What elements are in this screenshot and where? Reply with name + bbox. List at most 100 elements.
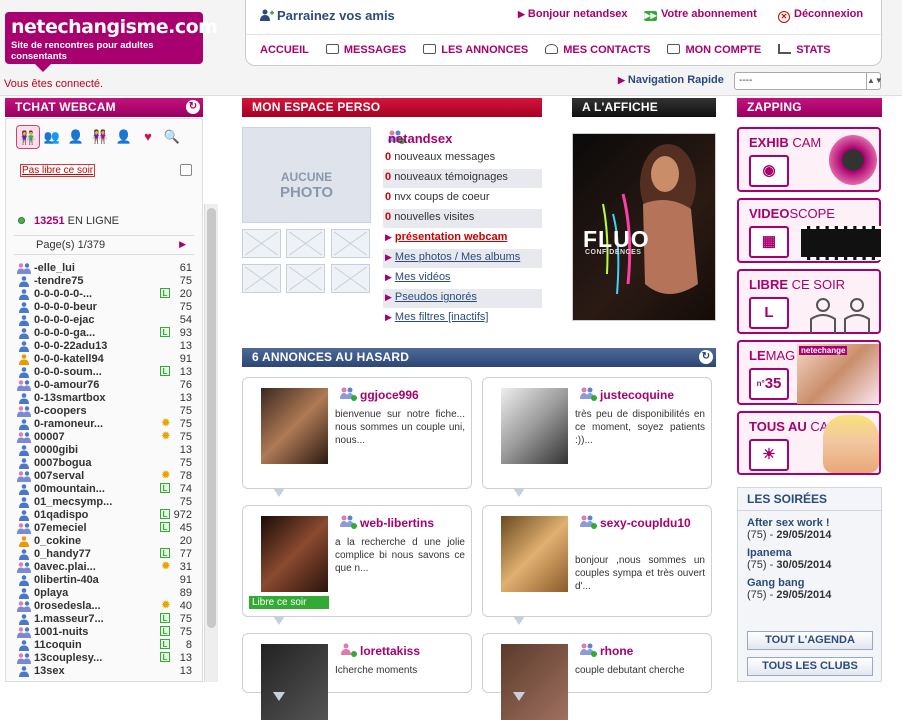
link-videos-label[interactable]: Mes vidéos (395, 271, 451, 283)
member-row[interactable]: 01qadispo L 972 (14, 509, 194, 522)
ad-username[interactable]: web-libertins (360, 516, 434, 530)
subscription-link[interactable]: ▶▶ Votre abonnement (644, 8, 757, 21)
member-name[interactable]: 01qadispo (34, 509, 88, 521)
member-row[interactable]: 0-0-0-katell94 91 (14, 353, 194, 366)
ad-card[interactable]: ggjoce996 bienvenue sur notre fiche... n… (242, 377, 472, 497)
member-name[interactable]: 01_mecsymp... (34, 496, 112, 508)
member-row[interactable]: 0avec.plai... ✹ 31 (14, 561, 194, 574)
zap-le-mag[interactable]: LEMAG n°35 netechange (737, 340, 881, 405)
photo-slot[interactable] (242, 264, 281, 293)
zap-videoscope[interactable]: VIDEOSCOPE ▦ (737, 198, 881, 263)
zap-exhib-cam[interactable]: EXHIB CAM ◉ (737, 127, 881, 192)
menu-contacts[interactable]: MES CONTACTS (545, 43, 650, 56)
member-row[interactable]: 0_cokine 20 (14, 535, 194, 548)
member-row[interactable]: 0-0-0-soum... L 13 (14, 366, 194, 379)
menu-accueil[interactable]: ACCUEIL (260, 44, 309, 56)
all-clubs-button[interactable]: TOUS LES CLUBS (747, 657, 873, 676)
member-name[interactable]: 00mountain... (34, 483, 105, 495)
member-row[interactable]: 0-13smartbox 13 (14, 392, 194, 405)
member-row[interactable]: 0-0-0-0-ejac 54 (14, 314, 194, 327)
link-ignored-label[interactable]: Pseudos ignorés (395, 291, 477, 303)
heart-icon[interactable]: ♥ (136, 125, 160, 149)
profile-username[interactable]: netandsex (388, 131, 452, 146)
ad-username[interactable]: justecoquine (600, 388, 674, 402)
member-row[interactable]: 13couplesy... L 13 (14, 652, 194, 665)
member-row[interactable]: 0-0-0-22adu13 13 (14, 340, 194, 353)
refresh-icon[interactable]: ↻ (699, 350, 713, 364)
member-row[interactable]: 007serval ✹ 78 (14, 470, 194, 483)
link-webcam-presentation[interactable]: ▶ présentation webcam (383, 229, 542, 248)
menu-compte[interactable]: MON COMPTE (667, 43, 761, 56)
stat-visits[interactable]: 0 nouvelles visites (383, 209, 542, 228)
member-name[interactable]: 07emeciel (34, 522, 87, 534)
link-ignored[interactable]: ▶ Pseudos ignorés (383, 289, 542, 308)
member-row[interactable]: 0libertin-40a 91 (14, 574, 194, 587)
link-filters-label[interactable]: Mes filtres [inactifs] (395, 311, 489, 323)
member-name[interactable]: 0libertin-40a (34, 574, 99, 586)
member-row[interactable]: 1.masseur7... L 75 (14, 613, 194, 626)
site-logo[interactable]: netechangisme.com Site de rencontres pou… (5, 12, 218, 72)
member-row[interactable]: -tendre75 75 (14, 275, 194, 288)
ad-username[interactable]: ggjoce996 (360, 388, 419, 402)
member-name[interactable]: 0-ramoneur... (34, 418, 103, 430)
member-name[interactable]: 0-0-0-0-ejac (34, 314, 95, 326)
featured-poster[interactable]: FLUO CONFIDENCES (572, 133, 716, 321)
ad-photo[interactable] (501, 516, 568, 592)
member-row[interactable]: 0-0-amour76 76 (14, 379, 194, 392)
stat-testimonials[interactable]: 0 nouveaux témoignages (383, 169, 542, 188)
ad-photo[interactable] (501, 388, 568, 464)
stat-messages[interactable]: 0 nouveaux messages (383, 149, 542, 168)
member-name[interactable]: 0007bogua (34, 457, 91, 469)
couple-mixed-filter-icon[interactable]: 👥 (40, 125, 64, 149)
member-name[interactable]: 0000gibi (34, 444, 78, 456)
member-name[interactable]: 0-0-0-katell94 (34, 353, 104, 365)
link-photos-label[interactable]: Mes photos / Mes albums (395, 251, 520, 263)
ad-username[interactable]: rhone (600, 644, 633, 658)
logout-link[interactable]: ✕ Déconnexion (778, 8, 863, 23)
member-row[interactable]: 07emeciel L 45 (14, 522, 194, 535)
member-name[interactable]: 0-0-amour76 (34, 379, 99, 391)
member-row[interactable]: 0000gibi 13 (14, 444, 194, 457)
man-filter-icon[interactable]: 👤 (64, 125, 88, 149)
link-photos[interactable]: ▶ Mes photos / Mes albums (383, 249, 542, 268)
member-row[interactable]: 0rosedesla... ✹ 40 (14, 600, 194, 613)
zap-libre-ce-soir[interactable]: LIBRE CE SOIR L (737, 269, 881, 334)
member-row[interactable]: 0-0-0-0-ga... L 93 (14, 327, 194, 340)
link-filters[interactable]: ▶ Mes filtres [inactifs] (383, 309, 542, 328)
not-free-checkbox[interactable] (180, 164, 192, 176)
member-name[interactable]: 0-coopers (34, 405, 87, 417)
member-row[interactable]: 0-ramoneur... ✹ 75 (14, 418, 194, 431)
member-row[interactable]: 11coquin L 8 (14, 639, 194, 652)
member-row[interactable]: 01_mecsymp... 75 (14, 496, 194, 509)
photo-slot[interactable] (242, 229, 281, 258)
member-name[interactable]: 0_handy77 (34, 548, 91, 560)
ad-photo[interactable] (501, 644, 568, 720)
member-row[interactable]: 00007 ✹ 75 (14, 431, 194, 444)
woman-filter-icon[interactable]: 👤 (112, 125, 136, 149)
member-name[interactable]: 13couplesy... (34, 652, 102, 664)
menu-annonces[interactable]: LES ANNONCES (423, 43, 528, 56)
quick-nav-select[interactable]: ---- ▲▼ (734, 72, 883, 90)
member-row[interactable]: 0007bogua 75 (14, 457, 194, 470)
member-name[interactable]: 0rosedesla... (34, 600, 101, 612)
all-agenda-button[interactable]: TOUT L'AGENDA (747, 631, 873, 650)
member-name[interactable]: 0-13smartbox (34, 392, 106, 404)
ad-card[interactable]: rhone couple debutant cherche (482, 633, 712, 720)
member-row[interactable]: 13sex 13 (14, 665, 194, 678)
zap-tous-au-cap[interactable]: TOUS AU CAP ☀ (737, 411, 881, 475)
ad-card[interactable]: lorettakiss Icherche moments (242, 633, 472, 720)
search-icon[interactable]: 🔍 (160, 125, 184, 149)
event-item[interactable]: Gang bang (75) - 29/05/2014 (738, 574, 881, 601)
ad-card[interactable]: justecoquine très peu de disponibilités … (482, 377, 712, 497)
couple-women-filter-icon[interactable]: 👭 (88, 125, 112, 149)
member-name[interactable]: 007serval (34, 470, 84, 482)
event-item[interactable]: Ipanema (75) - 30/05/2014 (738, 544, 881, 571)
member-row[interactable]: 0-0-0-0-0-... L 20 (14, 288, 194, 301)
link-videos[interactable]: ▶ Mes vidéos (383, 269, 542, 288)
member-name[interactable]: 0avec.plai... (34, 561, 96, 573)
next-page-icon[interactable]: ▶ (179, 239, 186, 250)
member-name[interactable]: 1001-nuits (34, 626, 88, 638)
member-row[interactable]: 0_handy77 L 77 (14, 548, 194, 561)
greeting-link[interactable]: ▶ Bonjour netandsex (518, 8, 628, 20)
event-item[interactable]: After sex work ! (75) - 29/05/2014 (738, 514, 881, 541)
